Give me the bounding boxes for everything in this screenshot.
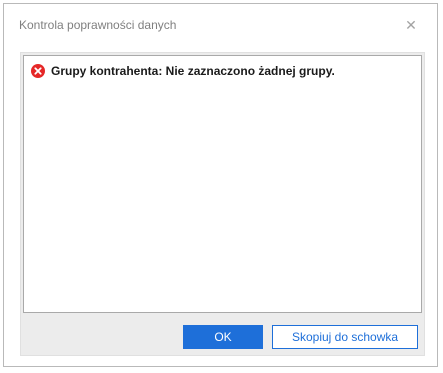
- copy-to-clipboard-button[interactable]: Skopiuj do schowka: [272, 325, 418, 349]
- message-text: Grupy kontrahenta: Nie zaznaczono żadnej…: [51, 64, 335, 78]
- message-item: Grupy kontrahenta: Nie zaznaczono żadnej…: [31, 64, 335, 78]
- validation-dialog: Kontrola poprawności danych ✕ Grupy kont…: [3, 3, 438, 367]
- ok-button[interactable]: OK: [183, 325, 263, 349]
- dialog-body: Grupy kontrahenta: Nie zaznaczono żadnej…: [20, 52, 425, 356]
- message-list[interactable]: Grupy kontrahenta: Nie zaznaczono żadnej…: [23, 55, 422, 313]
- error-icon: [31, 64, 45, 78]
- dialog-title: Kontrola poprawności danych: [19, 18, 177, 32]
- close-icon[interactable]: ✕: [404, 18, 418, 32]
